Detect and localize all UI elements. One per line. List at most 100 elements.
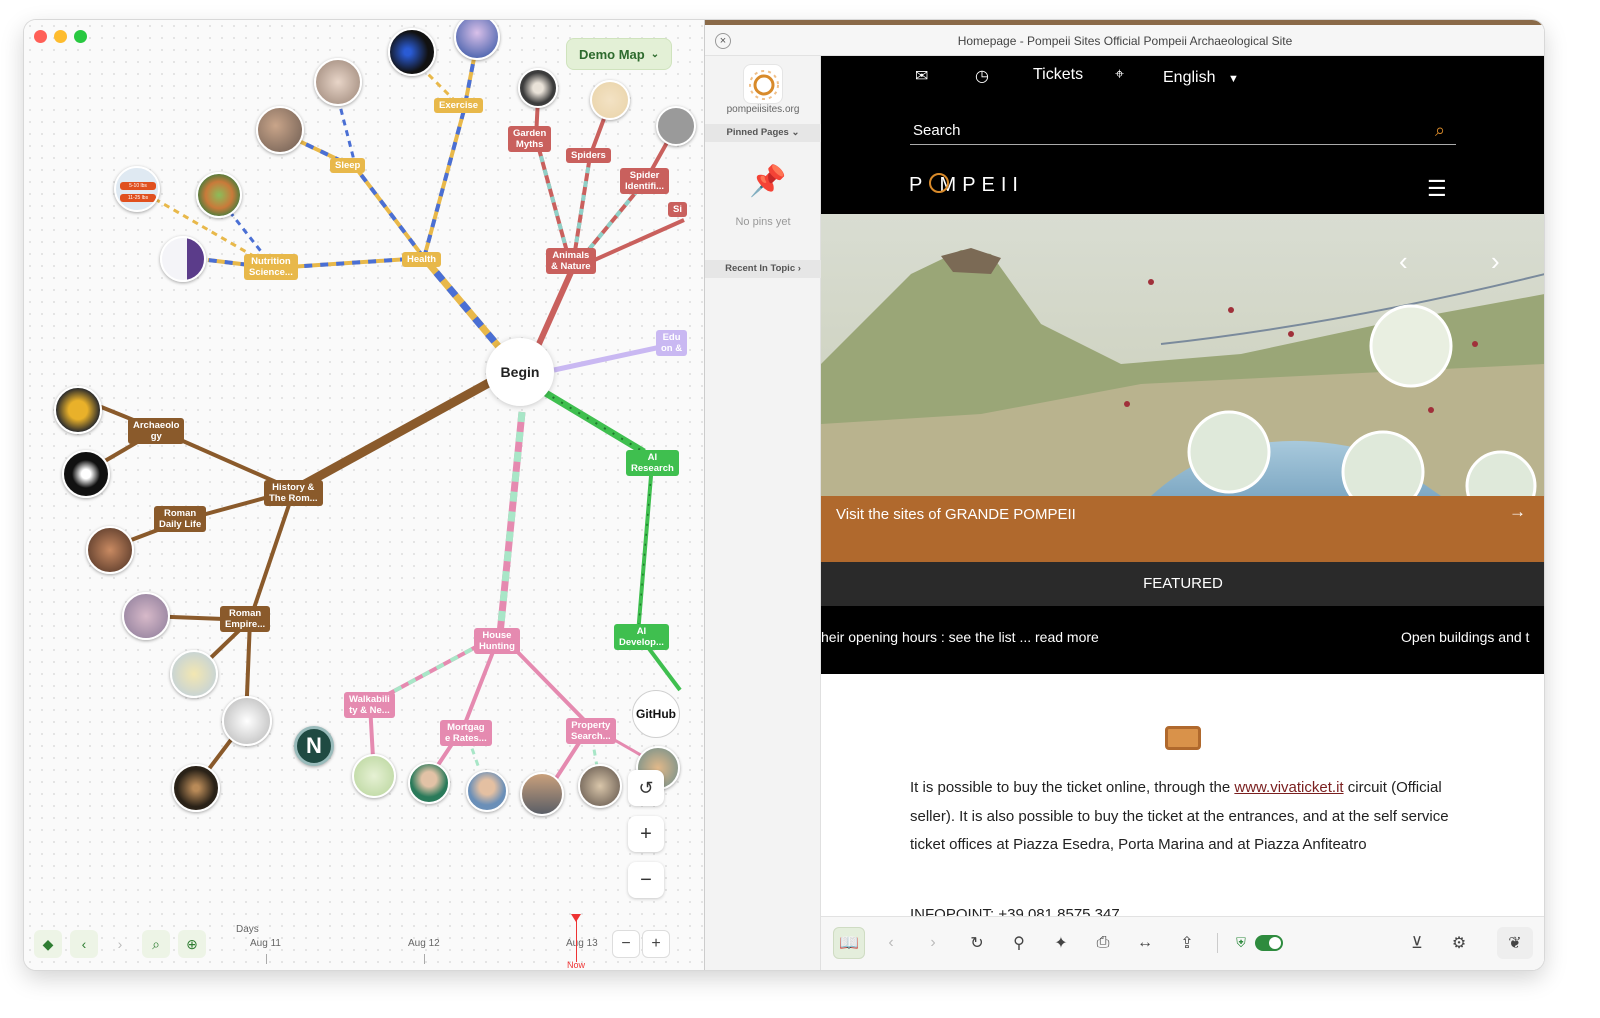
recent-in-topic-header[interactable]: Recent In Topic › — [705, 260, 821, 278]
node-spiders[interactable]: Spiders — [566, 148, 611, 163]
thumb-garden-myths[interactable] — [518, 68, 558, 108]
timeline-tick — [424, 954, 425, 964]
notion-icon[interactable]: N — [294, 726, 334, 766]
protection-toggle[interactable] — [1255, 935, 1283, 951]
node-sleep[interactable]: Sleep — [330, 158, 366, 173]
site-search-input[interactable]: Search — [913, 122, 961, 139]
news-ticker[interactable]: heir opening hours : see the list ... re… — [821, 606, 1544, 674]
print-button[interactable]: ⎙ — [1087, 927, 1119, 959]
node-exercise[interactable]: Exercise — [434, 98, 484, 113]
thumb-weight-chart[interactable]: 5-10 lbs 11-25 lbs — [114, 166, 160, 212]
node-house-hunting[interactable]: House Hunting — [474, 628, 520, 654]
thumb-dark-logo[interactable] — [62, 450, 110, 498]
node-history-rome[interactable]: History & The Rom... — [264, 480, 323, 506]
thumb-ruins[interactable] — [172, 764, 220, 812]
thumb-roman-map[interactable] — [122, 592, 170, 640]
node-roman-empire[interactable]: Roman Empire... — [220, 606, 271, 632]
language-label: English — [1163, 69, 1216, 86]
thumb-spiders[interactable] — [590, 80, 630, 120]
thumb-city-skyline[interactable] — [520, 772, 564, 816]
vivaticket-link[interactable]: www.vivaticket.it — [1234, 779, 1343, 796]
browser-sidebar: pompeiisites.org Pinned Pages ⌄ 📌 No pin… — [705, 56, 821, 970]
hero-illustrated-map[interactable]: ‹ › — [821, 214, 1544, 496]
mind-map-canvas[interactable]: 5-10 lbs 11-25 lbs N GitHub Exercise Sle… — [24, 20, 704, 970]
demo-map-dropdown[interactable]: Demo Map ⌄ — [566, 38, 673, 70]
node-mortgage-rates[interactable]: Mortgag e Rates... — [440, 720, 492, 746]
language-selector[interactable]: English ▼ — [1163, 69, 1239, 87]
browser-pane: × Homepage - Pompeii Sites Official Pomp… — [704, 20, 1544, 970]
thumb-eye-of-horus[interactable] — [54, 386, 102, 434]
ticker-item-2[interactable]: Open buildings and t — [1401, 629, 1529, 645]
node-garden-myths[interactable]: Garden Myths — [508, 126, 552, 152]
locate-button[interactable]: ⊕ — [178, 930, 206, 958]
thumb-sleeping-person[interactable] — [314, 58, 362, 106]
back-button[interactable]: ‹ — [70, 930, 98, 958]
thumb-family-photo[interactable] — [256, 106, 304, 154]
thumb-roman-people[interactable] — [86, 526, 134, 574]
reader-book-button[interactable]: 📖 — [833, 927, 865, 959]
thumb-spider-id[interactable] — [656, 106, 696, 146]
pompeii-logo[interactable]: P MPEII — [909, 174, 1024, 197]
node-health[interactable]: Health — [402, 252, 442, 267]
node-roman-daily-life[interactable]: Roman Daily Life — [154, 506, 207, 532]
clock-icon[interactable]: ◷ — [975, 66, 989, 86]
timeline-now-marker[interactable] — [576, 920, 577, 962]
forward-button[interactable]: › — [106, 930, 134, 958]
zoom-in-button[interactable]: + — [628, 816, 664, 852]
expand-width-button[interactable]: ↔ — [1129, 927, 1161, 959]
thumb-mortgage-person[interactable] — [466, 770, 508, 812]
reload-button[interactable]: ↻ — [961, 927, 993, 959]
browser-back-button[interactable]: ‹ — [875, 927, 907, 959]
layers-icon: ◆ — [42, 935, 54, 952]
search-button[interactable]: ⌕ — [142, 930, 170, 958]
browser-forward-button[interactable]: › — [917, 927, 949, 959]
pinned-pages-header[interactable]: Pinned Pages ⌄ — [705, 124, 821, 142]
thumb-badge-2: 11-25 lbs — [120, 194, 156, 202]
thumb-dark-blue[interactable] — [388, 28, 436, 76]
ai-sparkle-button[interactable]: ✦ — [1045, 927, 1077, 959]
node-ai-research[interactable]: AI Research — [626, 450, 679, 476]
node-walkability[interactable]: Walkabili ty & Ne... — [344, 692, 395, 718]
timeline-zoom-in-button[interactable]: + — [642, 930, 670, 958]
center-node-begin[interactable]: Begin — [486, 338, 554, 406]
browser-title-bar: × Homepage - Pompeii Sites Official Pomp… — [705, 20, 1544, 56]
thumb-property[interactable] — [578, 764, 622, 808]
laurel-button[interactable]: ❦ — [1497, 927, 1533, 959]
thumb-food-bowl[interactable] — [196, 172, 242, 218]
thumb-nutrition-grid[interactable] — [160, 236, 206, 282]
map-icon[interactable]: ⌖ — [1115, 66, 1124, 84]
thumb-walkability[interactable] — [352, 754, 396, 798]
thumb-empire-map[interactable] — [170, 650, 218, 698]
node-si[interactable]: Si — [668, 202, 687, 217]
rotate-left-icon: ↺ — [638, 777, 654, 798]
node-nutrition-science[interactable]: Nutrition Science... — [244, 254, 298, 280]
node-education[interactable]: Edu on & — [656, 330, 688, 356]
pin-page-button[interactable]: ⚲ — [1003, 927, 1035, 959]
zoom-out-button[interactable]: − — [628, 862, 664, 898]
share-button[interactable]: ⇪ — [1171, 927, 1203, 959]
featured-header: FEATURED — [821, 562, 1544, 606]
grande-pompeii-banner[interactable]: Visit the sites of GRANDE POMPEII → — [821, 496, 1544, 562]
node-animals-nature[interactable]: Animals & Nature — [546, 248, 596, 274]
book-icon: 📖 — [839, 935, 859, 952]
ticker-item-1[interactable]: heir opening hours : see the list ... re… — [821, 629, 1099, 645]
carousel-prev-icon[interactable]: ‹ — [1399, 246, 1408, 277]
node-property-search[interactable]: Property Search... — [566, 718, 616, 744]
settings-button[interactable]: ⚙ — [1443, 927, 1475, 959]
timeline-zoom-out-button[interactable]: − — [612, 930, 640, 958]
carousel-next-icon[interactable]: › — [1491, 246, 1500, 277]
reset-view-button[interactable]: ↺ — [628, 770, 664, 806]
pompeii-site-favicon[interactable] — [743, 64, 783, 104]
inbox-button[interactable]: ⊻ — [1401, 927, 1433, 959]
node-spider-identification[interactable]: Spider Identifi... — [620, 168, 670, 194]
node-ai-development[interactable]: AI Develop... — [614, 624, 669, 650]
search-icon[interactable]: ⌕ — [1435, 120, 1445, 141]
mail-icon[interactable]: ✉ — [915, 66, 928, 86]
thumb-europe-map[interactable] — [222, 696, 272, 746]
node-archaeology[interactable]: Archaeolo gy — [128, 418, 185, 444]
layers-button[interactable]: ◆ — [34, 930, 62, 958]
thumb-mortgage-agent[interactable] — [408, 762, 450, 804]
github-node[interactable]: GitHub — [632, 690, 680, 738]
tickets-link[interactable]: Tickets — [1033, 66, 1083, 84]
hamburger-menu-icon[interactable]: ☰ — [1427, 176, 1447, 202]
